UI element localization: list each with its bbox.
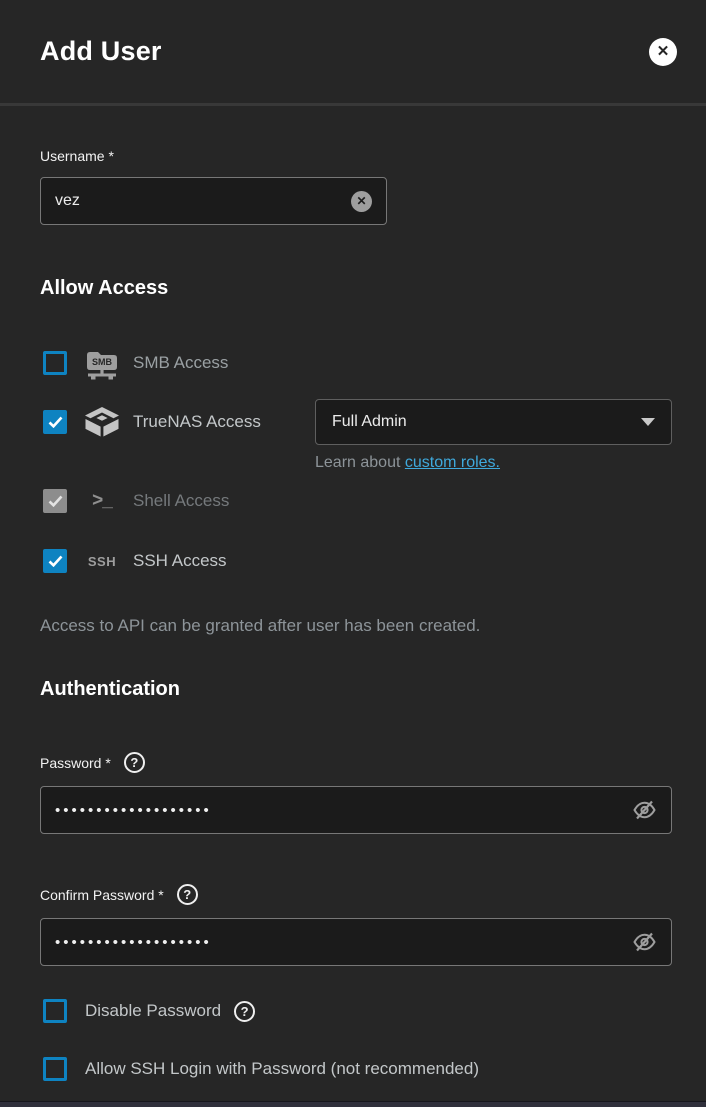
smb-share-icon: SMB [83,347,121,380]
authentication-heading: Authentication [40,678,672,701]
confirm-password-input[interactable]: ••••••••••••••••••• [40,918,672,966]
ssh-icon: SSH [83,554,121,569]
eye-off-icon[interactable] [632,798,657,822]
clear-icon[interactable]: ✕ [351,191,372,212]
smb-access-checkbox[interactable] [43,351,67,375]
api-note: Access to API can be granted after user … [40,616,672,636]
truenas-access-checkbox[interactable] [43,410,67,434]
truenas-access-label: TrueNAS Access [133,412,261,432]
username-input[interactable]: vez ✕ [40,177,387,225]
disable-password-row: Disable Password ? [43,999,672,1023]
smb-access-row: SMB SMB Access [43,340,672,386]
roles-hint: Learn about custom roles. [315,454,672,472]
role-select-value: Full Admin [332,413,407,431]
shell-access-row: >_ Shell Access [43,478,672,524]
confirm-password-label: Confirm Password * [40,887,164,903]
confirm-password-label-row: Confirm Password * ? [40,884,672,905]
eye-off-icon[interactable] [632,930,657,954]
password-input[interactable]: ••••••••••••••••••• [40,786,672,834]
custom-roles-link[interactable]: custom roles. [405,454,500,471]
bottom-edge [0,1101,706,1107]
truenas-access-row: TrueNAS Access Full Admin Learn about cu… [43,399,672,472]
ssh-access-label: SSH Access [133,551,227,571]
ssh-access-checkbox[interactable] [43,549,67,573]
shell-access-label: Shell Access [133,491,229,511]
chevron-down-icon [641,418,655,426]
password-label: Password * [40,755,111,771]
password-value: ••••••••••••••••••• [55,802,632,819]
svg-text:SMB: SMB [92,357,113,367]
close-icon[interactable]: ✕ [649,38,677,66]
allow-ssh-login-row: Allow SSH Login with Password (not recom… [43,1057,672,1081]
disable-password-checkbox[interactable] [43,999,67,1023]
truenas-access-left: TrueNAS Access [43,399,315,445]
allow-ssh-login-label: Allow SSH Login with Password (not recom… [85,1059,479,1079]
confirm-password-value: ••••••••••••••••••• [55,934,632,951]
roles-hint-text: Learn about [315,454,405,471]
help-icon[interactable]: ? [234,1001,255,1022]
role-select[interactable]: Full Admin [315,399,672,445]
help-icon[interactable]: ? [124,752,145,773]
help-icon[interactable]: ? [177,884,198,905]
disable-password-label: Disable Password [85,1001,221,1021]
shell-access-checkbox [43,489,67,513]
dialog-header: Add User ✕ [0,0,706,106]
dialog-body: Username * vez ✕ Allow Access SMB SMB Ac… [0,148,706,1081]
ssh-access-row: SSH SSH Access [43,538,672,584]
username-field-group: Username * vez ✕ [40,148,672,225]
truenas-logo-icon [83,406,121,438]
truenas-role-column: Full Admin Learn about custom roles. [315,399,672,472]
allow-ssh-login-checkbox[interactable] [43,1057,67,1081]
page-title: Add User [40,36,162,67]
password-label-row: Password * ? [40,752,672,773]
allow-access-heading: Allow Access [40,277,672,300]
shell-prompt-icon: >_ [83,490,121,512]
smb-access-label: SMB Access [133,353,228,373]
username-value: vez [55,192,351,210]
username-label: Username * [40,148,672,164]
